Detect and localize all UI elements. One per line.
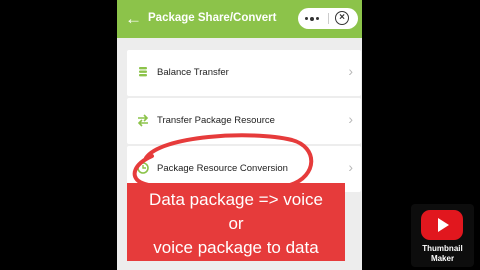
close-circle-icon[interactable]: × [335, 11, 349, 25]
overlay-caption: Data package => voice or voice package t… [127, 183, 345, 261]
convert-icon [137, 162, 149, 174]
chevron-right-icon: › [348, 159, 353, 175]
badge-line-2: Maker [430, 254, 455, 263]
menu-item-label: Package Resource Conversion [157, 163, 288, 174]
menu-item-label: Balance Transfer [157, 67, 229, 78]
menu-item-balance-transfer[interactable]: Balance Transfer › [127, 50, 361, 96]
page-title: Package Share/Convert [148, 12, 277, 24]
chevron-right-icon: › [348, 111, 353, 127]
back-arrow-icon[interactable]: ← [125, 9, 142, 29]
youtube-play-icon [421, 210, 463, 240]
app-header: ← Package Share/Convert × [117, 0, 362, 38]
more-dots-icon[interactable] [305, 16, 319, 21]
caption-line-1: Data package => voice [149, 190, 323, 209]
thumbnail-maker-badge: Thumbnail Maker [411, 204, 474, 267]
badge-line-1: Thumbnail [422, 244, 463, 253]
capsule-divider [328, 13, 329, 24]
menu-item-label: Transfer Package Resource [157, 115, 275, 126]
menu-item-transfer-package-resource[interactable]: Transfer Package Resource › [127, 98, 361, 144]
caption-line-3: voice package to data [153, 238, 319, 257]
swap-arrows-icon [137, 114, 149, 127]
chevron-right-icon: › [348, 63, 353, 79]
miniapp-capsule: × [298, 8, 358, 29]
coins-icon [139, 67, 147, 77]
caption-line-2: or [228, 214, 244, 233]
